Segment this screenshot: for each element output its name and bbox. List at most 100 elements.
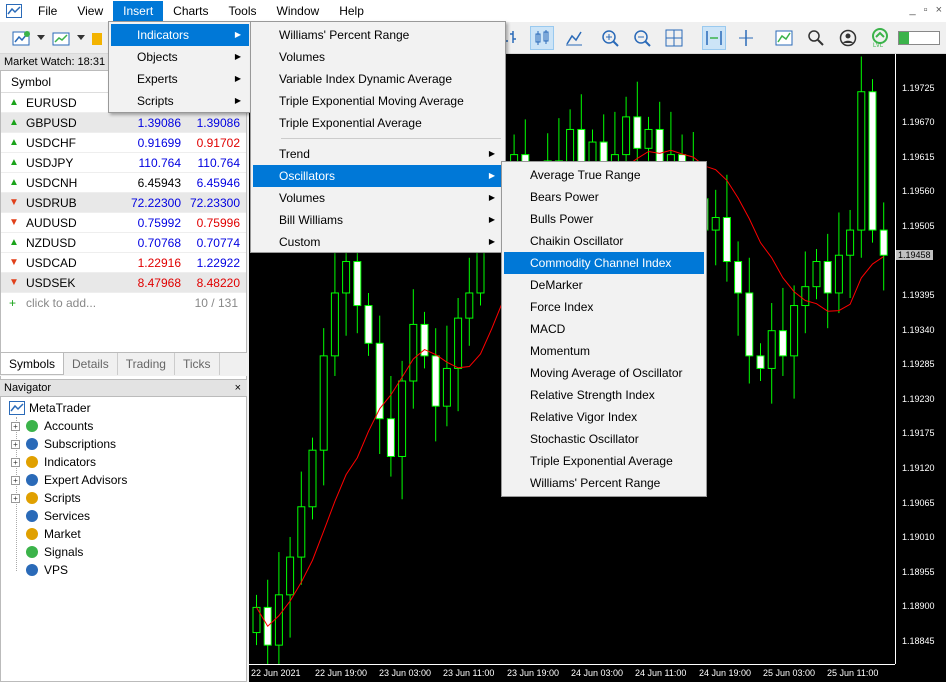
menu-item-trend[interactable]: Trend ▶ xyxy=(253,143,503,165)
bid-price: 0.70768 xyxy=(137,236,181,250)
menu-item-triple-exponential-average[interactable]: Triple Exponential Average xyxy=(253,112,503,134)
close-icon[interactable]: × xyxy=(235,380,241,396)
market-watch-row[interactable]: ▼ USDRUB 72.22300 72.23300 xyxy=(1,193,246,213)
navigator-item-expert-advisors[interactable]: + Expert Advisors xyxy=(11,471,127,489)
menu-charts[interactable]: Charts xyxy=(163,1,218,21)
menu-item-label: Commodity Channel Index xyxy=(530,256,672,270)
expand-icon[interactable]: + xyxy=(11,421,20,431)
autoscroll-icon[interactable] xyxy=(702,26,726,50)
level-icon[interactable]: LVL xyxy=(868,26,892,50)
restore-button[interactable]: ▫ xyxy=(924,4,928,16)
menu-item-volumes[interactable]: Volumes ▶ xyxy=(253,187,503,209)
menu-item-bulls-power[interactable]: Bulls Power xyxy=(504,208,704,230)
market-icon xyxy=(24,526,40,542)
menu-item-scripts[interactable]: Scripts ▶ xyxy=(111,90,249,112)
candle-body xyxy=(857,91,866,231)
menu-item-relative-strength-index[interactable]: Relative Strength Index xyxy=(504,384,704,406)
tab-symbols[interactable]: Symbols xyxy=(0,353,65,375)
tile-windows-icon[interactable] xyxy=(662,26,686,50)
menu-item-label: Experts xyxy=(137,72,178,86)
candle-body xyxy=(308,449,317,508)
menu-item-indicators[interactable]: Indicators ▶ xyxy=(111,24,249,46)
navigator-item-scripts[interactable]: + Scripts xyxy=(11,489,81,507)
menu-item-force-index[interactable]: Force Index xyxy=(504,296,704,318)
chevron-down-icon[interactable] xyxy=(36,26,46,50)
market-watch-row[interactable]: ▲ USDCNH 6.45943 6.45946 xyxy=(1,173,246,193)
expand-icon[interactable]: + xyxy=(11,439,20,449)
templates-icon[interactable] xyxy=(772,26,796,50)
market-watch-row[interactable]: ▲ USDCHF 0.91699 0.91702 xyxy=(1,133,246,153)
wallet-icon[interactable] xyxy=(90,26,104,50)
menu-item-williams-percent-range[interactable]: Williams' Percent Range xyxy=(253,24,503,46)
tab-trading[interactable]: Trading xyxy=(118,353,175,375)
menu-item-volumes[interactable]: Volumes xyxy=(253,46,503,68)
expand-icon[interactable]: + xyxy=(11,475,20,485)
candle-body xyxy=(722,217,731,263)
menu-item-custom[interactable]: Custom ▶ xyxy=(253,231,503,253)
menu-file[interactable]: File xyxy=(28,1,67,21)
menu-item-momentum[interactable]: Momentum xyxy=(504,340,704,362)
account-icon[interactable] xyxy=(836,26,860,50)
tab-details[interactable]: Details xyxy=(64,353,118,375)
menu-item-triple-exponential-moving-average[interactable]: Triple Exponential Moving Average xyxy=(253,90,503,112)
line-chart-icon[interactable] xyxy=(562,26,586,50)
market-watch-row[interactable]: ▼ AUDUSD 0.75992 0.75996 xyxy=(1,213,246,233)
profiles-icon[interactable] xyxy=(50,26,74,50)
search-icon[interactable] xyxy=(804,26,828,50)
market-watch-row[interactable]: ▲ NZDUSD 0.70768 0.70774 xyxy=(1,233,246,253)
expand-icon[interactable]: + xyxy=(11,493,20,503)
minimize-button[interactable]: _ xyxy=(910,4,916,16)
menu-item-relative-vigor-index[interactable]: Relative Vigor Index xyxy=(504,406,704,428)
close-window-button[interactable]: × xyxy=(936,4,942,16)
navigator-item-signals[interactable]: Signals xyxy=(24,543,83,561)
navigator-item-label: Services xyxy=(44,509,91,523)
navigator-item-accounts[interactable]: + Accounts xyxy=(11,417,93,435)
menu-item-bill-williams[interactable]: Bill Williams ▶ xyxy=(253,209,503,231)
price-label: 1.19395 xyxy=(902,290,935,301)
menu-item-stochastic-oscillator[interactable]: Stochastic Oscillator xyxy=(504,428,704,450)
navigator-item-subscriptions[interactable]: + Subscriptions xyxy=(11,435,116,453)
zoom-in-icon[interactable] xyxy=(598,26,622,50)
navigator-item-market[interactable]: Market xyxy=(24,525,81,543)
candlestick-chart-icon[interactable] xyxy=(530,26,554,50)
chart-shift-icon[interactable] xyxy=(734,26,758,50)
menu-item-triple-exponential-average[interactable]: Triple Exponential Average xyxy=(504,450,704,472)
menu-insert[interactable]: Insert xyxy=(113,1,164,21)
menu-item-bears-power[interactable]: Bears Power xyxy=(504,186,704,208)
expand-icon[interactable]: + xyxy=(11,457,20,467)
market-watch-row[interactable]: ▼ USDSEK 8.47968 8.48220 xyxy=(1,273,246,293)
navigator-item-services[interactable]: Services xyxy=(24,507,90,525)
tab-ticks[interactable]: Ticks xyxy=(175,353,220,375)
menu-item-demarker[interactable]: DeMarker xyxy=(504,274,704,296)
menu-item-moving-average-of-oscillator[interactable]: Moving Average of Oscillator xyxy=(504,362,704,384)
menu-help[interactable]: Help xyxy=(329,1,374,21)
menu-item-variable-index-dynamic-average[interactable]: Variable Index Dynamic Average xyxy=(253,68,503,90)
current-price-label: 1.19458 xyxy=(896,250,933,261)
menu-item-chaikin-oscillator[interactable]: Chaikin Oscillator xyxy=(504,230,704,252)
candle-body xyxy=(734,261,743,294)
market-watch-row[interactable]: ▼ USDCAD 1.22916 1.22922 xyxy=(1,253,246,273)
add-symbol-row[interactable]: + click to add... 10 / 131 xyxy=(1,293,246,313)
menu-item-experts[interactable]: Experts ▶ xyxy=(111,68,249,90)
menu-item-average-true-range[interactable]: Average True Range xyxy=(504,164,704,186)
menu-item-objects[interactable]: Objects ▶ xyxy=(111,46,249,68)
navigator-item-indicators[interactable]: + Indicators xyxy=(11,453,96,471)
menu-item-commodity-channel-index[interactable]: Commodity Channel Index xyxy=(504,252,704,274)
menu-window[interactable]: Window xyxy=(267,1,330,21)
zoom-out-icon[interactable] xyxy=(630,26,654,50)
menu-item-oscillators[interactable]: Oscillators ▶ xyxy=(253,165,503,187)
navigator-item-vps[interactable]: VPS xyxy=(24,561,68,579)
menu-view[interactable]: View xyxy=(67,1,113,21)
menu-tools[interactable]: Tools xyxy=(219,1,267,21)
menu-item-williams-percent-range[interactable]: Williams' Percent Range xyxy=(504,472,704,494)
symbol-name: EURUSD xyxy=(26,96,77,110)
market-watch-row[interactable]: ▲ GBPUSD 1.39086 1.39086 xyxy=(1,113,246,133)
menu-item-macd[interactable]: MACD xyxy=(504,318,704,340)
market-watch-row[interactable]: ▲ USDJPY 110.764 110.764 xyxy=(1,153,246,173)
navigator-root[interactable]: MetaTrader xyxy=(9,399,91,417)
ask-price: 1.22922 xyxy=(196,256,240,270)
new-chart-icon[interactable] xyxy=(10,26,34,50)
price-label: 1.19175 xyxy=(902,428,935,439)
bid-price: 72.22300 xyxy=(130,196,181,210)
chevron-down-icon[interactable] xyxy=(76,26,86,50)
